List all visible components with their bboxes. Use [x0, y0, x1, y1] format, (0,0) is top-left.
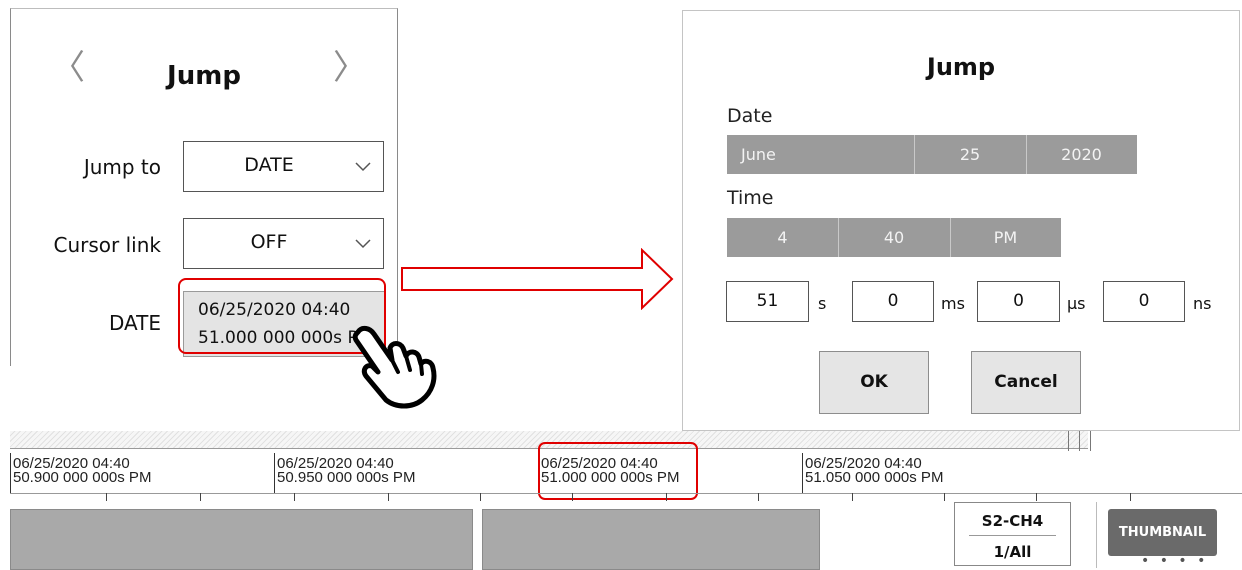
minor-tick — [388, 493, 389, 501]
ampm-segment[interactable]: PM — [950, 218, 1061, 257]
milliseconds-input[interactable]: 0 — [852, 281, 934, 322]
cursor-link-dropdown[interactable]: OFF — [183, 218, 384, 269]
timestamp-label: 06/25/2020 04:40 50.950 000 000s PM — [277, 456, 416, 486]
microseconds-unit: µs — [1067, 294, 1086, 313]
time-tick — [274, 453, 275, 493]
minor-tick — [200, 493, 201, 501]
waveform-block — [482, 509, 820, 570]
timestamp-label: 06/25/2020 04:40 50.900 000 000s PM — [13, 456, 152, 486]
thumbnail-page-dots: • • • • — [1141, 553, 1209, 569]
timeline-strip: 06/25/2020 04:40 50.900 000 000s PM 06/2… — [10, 431, 1242, 570]
nanoseconds-input[interactable]: 0 — [1103, 281, 1185, 322]
date-section-label: Date — [727, 105, 773, 127]
cancel-button[interactable]: Cancel — [971, 351, 1081, 414]
minor-tick — [106, 493, 107, 501]
overview-bar-handle[interactable] — [1068, 431, 1069, 451]
jump-to-label: Jump to — [83, 155, 161, 179]
time-axis — [10, 493, 1242, 494]
divider — [1096, 502, 1097, 568]
jump-to-value: DATE — [244, 154, 294, 176]
thumbnail-button[interactable]: THUMBNAIL — [1108, 509, 1217, 556]
timestamp-line2: 51.050 000 000s PM — [805, 469, 944, 486]
timestamp-label: 06/25/2020 04:40 51.050 000 000s PM — [805, 456, 944, 486]
seconds-unit: s — [818, 294, 827, 313]
jump-to-dropdown[interactable]: DATE — [183, 141, 384, 192]
minor-tick — [852, 493, 853, 501]
nanoseconds-unit: ns — [1193, 294, 1212, 313]
hour-segment[interactable]: 4 — [727, 218, 838, 257]
seconds-input[interactable]: 51 — [726, 281, 809, 322]
minor-tick — [480, 493, 481, 501]
time-section-label: Time — [727, 187, 774, 209]
channel-page: 1/All — [993, 543, 1032, 561]
pointing-hand-icon — [352, 325, 437, 409]
minor-tick — [294, 493, 295, 501]
time-tick — [10, 453, 11, 493]
minute-segment[interactable]: 40 — [838, 218, 950, 257]
minor-tick — [666, 493, 667, 501]
timestamp-line2: 50.950 000 000s PM — [277, 469, 416, 486]
cursor-link-label: Cursor link — [53, 233, 161, 257]
segment-divider — [950, 218, 951, 257]
overview-bar-handle[interactable] — [1090, 431, 1091, 451]
year-segment[interactable]: 2020 — [1026, 135, 1137, 174]
right-arrow-icon — [401, 248, 674, 310]
chevron-down-icon — [355, 162, 371, 172]
segment-divider — [838, 218, 839, 257]
channel-divider — [969, 535, 1056, 536]
minor-tick — [572, 493, 573, 501]
minor-tick — [1130, 493, 1131, 501]
microseconds-input[interactable]: 0 — [977, 281, 1060, 322]
minor-tick — [944, 493, 945, 501]
chevron-right-icon[interactable]: 〉 — [333, 51, 367, 85]
chevron-down-icon — [355, 239, 371, 249]
ok-button[interactable]: OK — [819, 351, 929, 414]
channel-name: S2-CH4 — [981, 512, 1044, 530]
jump-dialog: Jump Date June 25 2020 Time 4 40 PM 51 s… — [682, 10, 1240, 431]
minor-tick — [758, 493, 759, 501]
cursor-link-value: OFF — [250, 231, 288, 253]
milliseconds-unit: ms — [941, 294, 965, 313]
date-label: DATE — [108, 311, 161, 335]
date-picker: June 25 2020 — [727, 135, 1137, 174]
channel-selector[interactable]: S2-CH4 1/All — [954, 502, 1071, 566]
time-tick — [802, 453, 803, 493]
timestamp-line2: 50.900 000 000s PM — [13, 469, 152, 486]
overview-bar-handle[interactable] — [1079, 431, 1080, 451]
segment-divider — [914, 135, 915, 174]
segment-divider — [1026, 135, 1027, 174]
time-picker: 4 40 PM — [727, 218, 1061, 257]
waveform-block — [10, 509, 473, 570]
dialog-title: Jump — [926, 53, 996, 81]
month-segment[interactable]: June — [727, 135, 914, 174]
minor-tick — [1036, 493, 1037, 501]
highlight-box — [538, 442, 698, 500]
day-segment[interactable]: 25 — [914, 135, 1026, 174]
